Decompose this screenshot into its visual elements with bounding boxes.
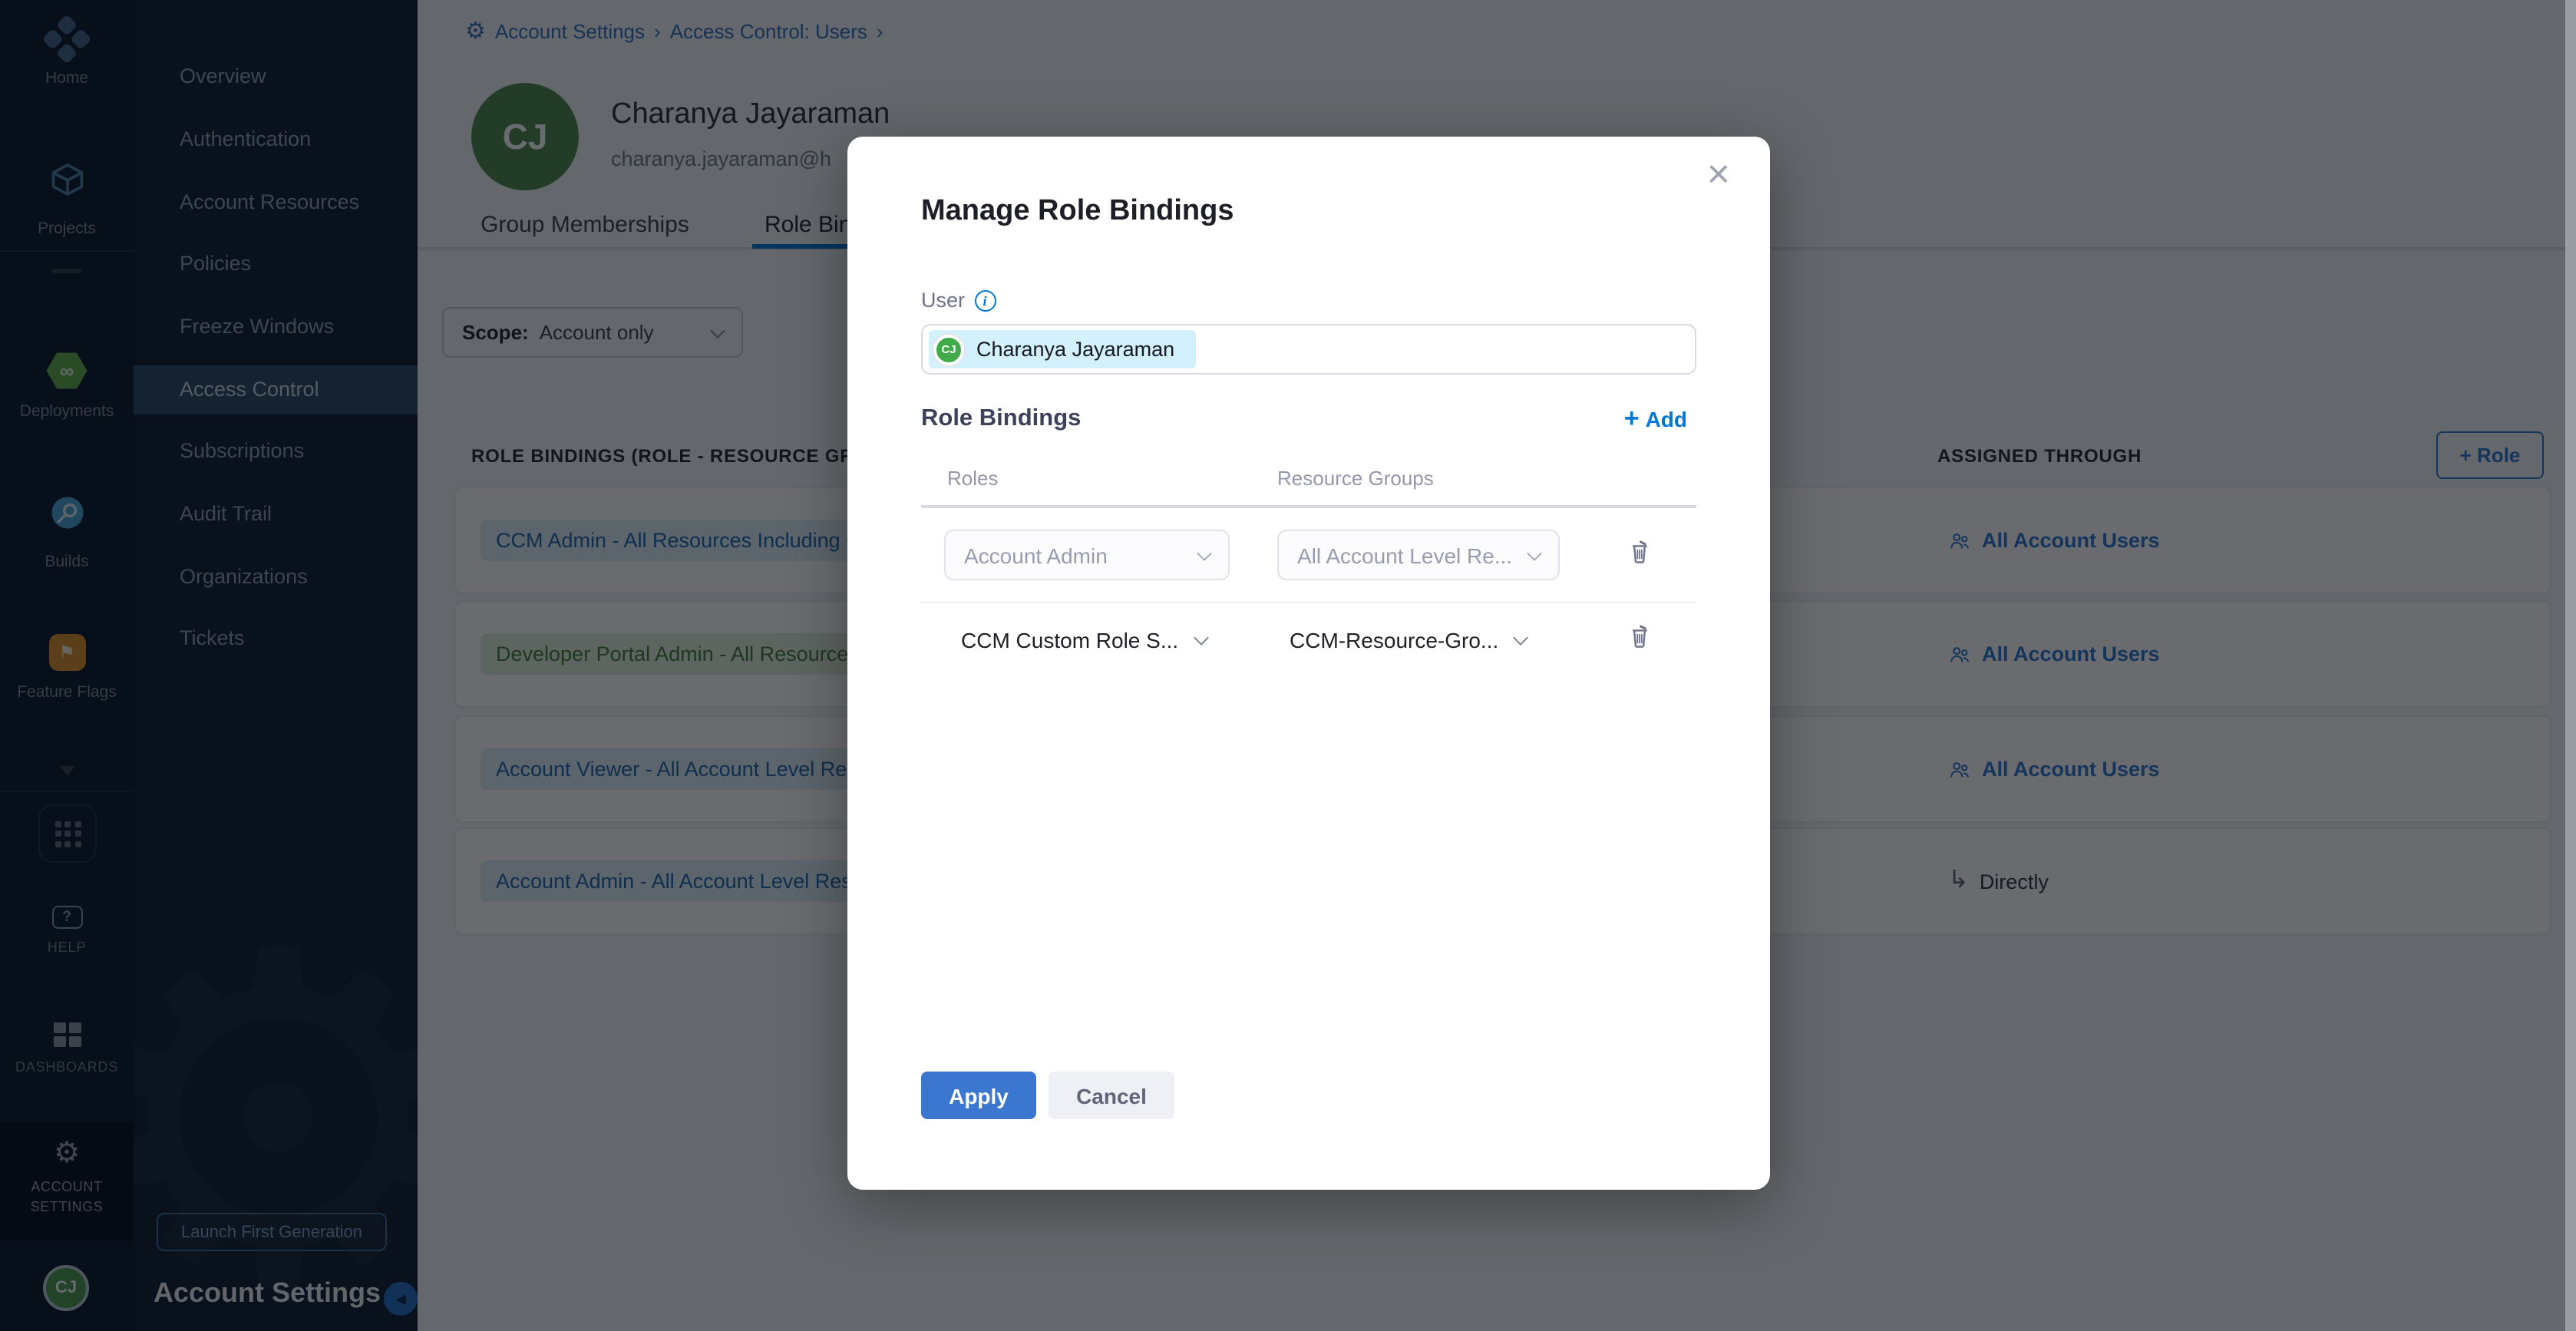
user-chip[interactable]: CJ Charanya Jayaraman [929,330,1196,368]
modal-title: Manage Role Bindings [921,195,1234,229]
resource-group-select[interactable]: CCM-Resource-Gro... [1290,614,1526,665]
resource-group-select-value: CCM-Resource-Gro... [1290,627,1498,652]
role-select[interactable]: CCM Custom Role S... [961,614,1206,665]
trash-icon [1627,623,1652,654]
resource-group-select[interactable]: All Account Level Re... [1277,530,1560,580]
plus-icon: + [1624,405,1640,431]
manage-role-bindings-modal: × Manage Role Bindings User i CJ Charany… [847,137,1770,1190]
role-select[interactable]: Account Admin [944,530,1230,580]
delete-role-binding-button[interactable] [1620,534,1660,574]
divider [921,602,1696,603]
add-role-binding-button[interactable]: + Add [1615,404,1696,433]
section-title: Role Bindings [921,405,1081,432]
role-select-value: CCM Custom Role S... [961,627,1178,652]
chevron-down-icon [1197,545,1212,560]
column-header-roles: Roles [947,467,999,490]
role-select-value: Account Admin [964,543,1108,567]
user-label: User [921,289,965,312]
column-header-resource-groups: Resource Groups [1277,467,1434,490]
user-input[interactable]: CJ Charanya Jayaraman [921,324,1696,375]
scrollbar[interactable] [2565,0,2576,1331]
resource-group-select-value: All Account Level Re... [1297,543,1512,567]
chevron-down-icon [1527,545,1542,560]
user-field-label-row: User i [921,289,996,312]
apply-button[interactable]: Apply [921,1072,1036,1119]
app-root: Home Projects ∞ Deployments [0,0,2576,1331]
chip-name: Charanya Jayaraman [976,338,1174,361]
info-icon[interactable]: i [974,289,996,311]
cancel-button[interactable]: Cancel [1049,1072,1174,1119]
add-label: Add [1646,406,1687,431]
delete-role-binding-button[interactable] [1620,619,1660,659]
chip-avatar: CJ [933,334,964,365]
role-bindings-section-header: Role Bindings + Add [921,404,1696,433]
trash-icon [1627,539,1652,570]
chevron-down-icon [1513,629,1528,645]
close-icon[interactable]: × [1698,149,1739,200]
chevron-down-icon [1193,629,1208,645]
divider [921,505,1696,507]
